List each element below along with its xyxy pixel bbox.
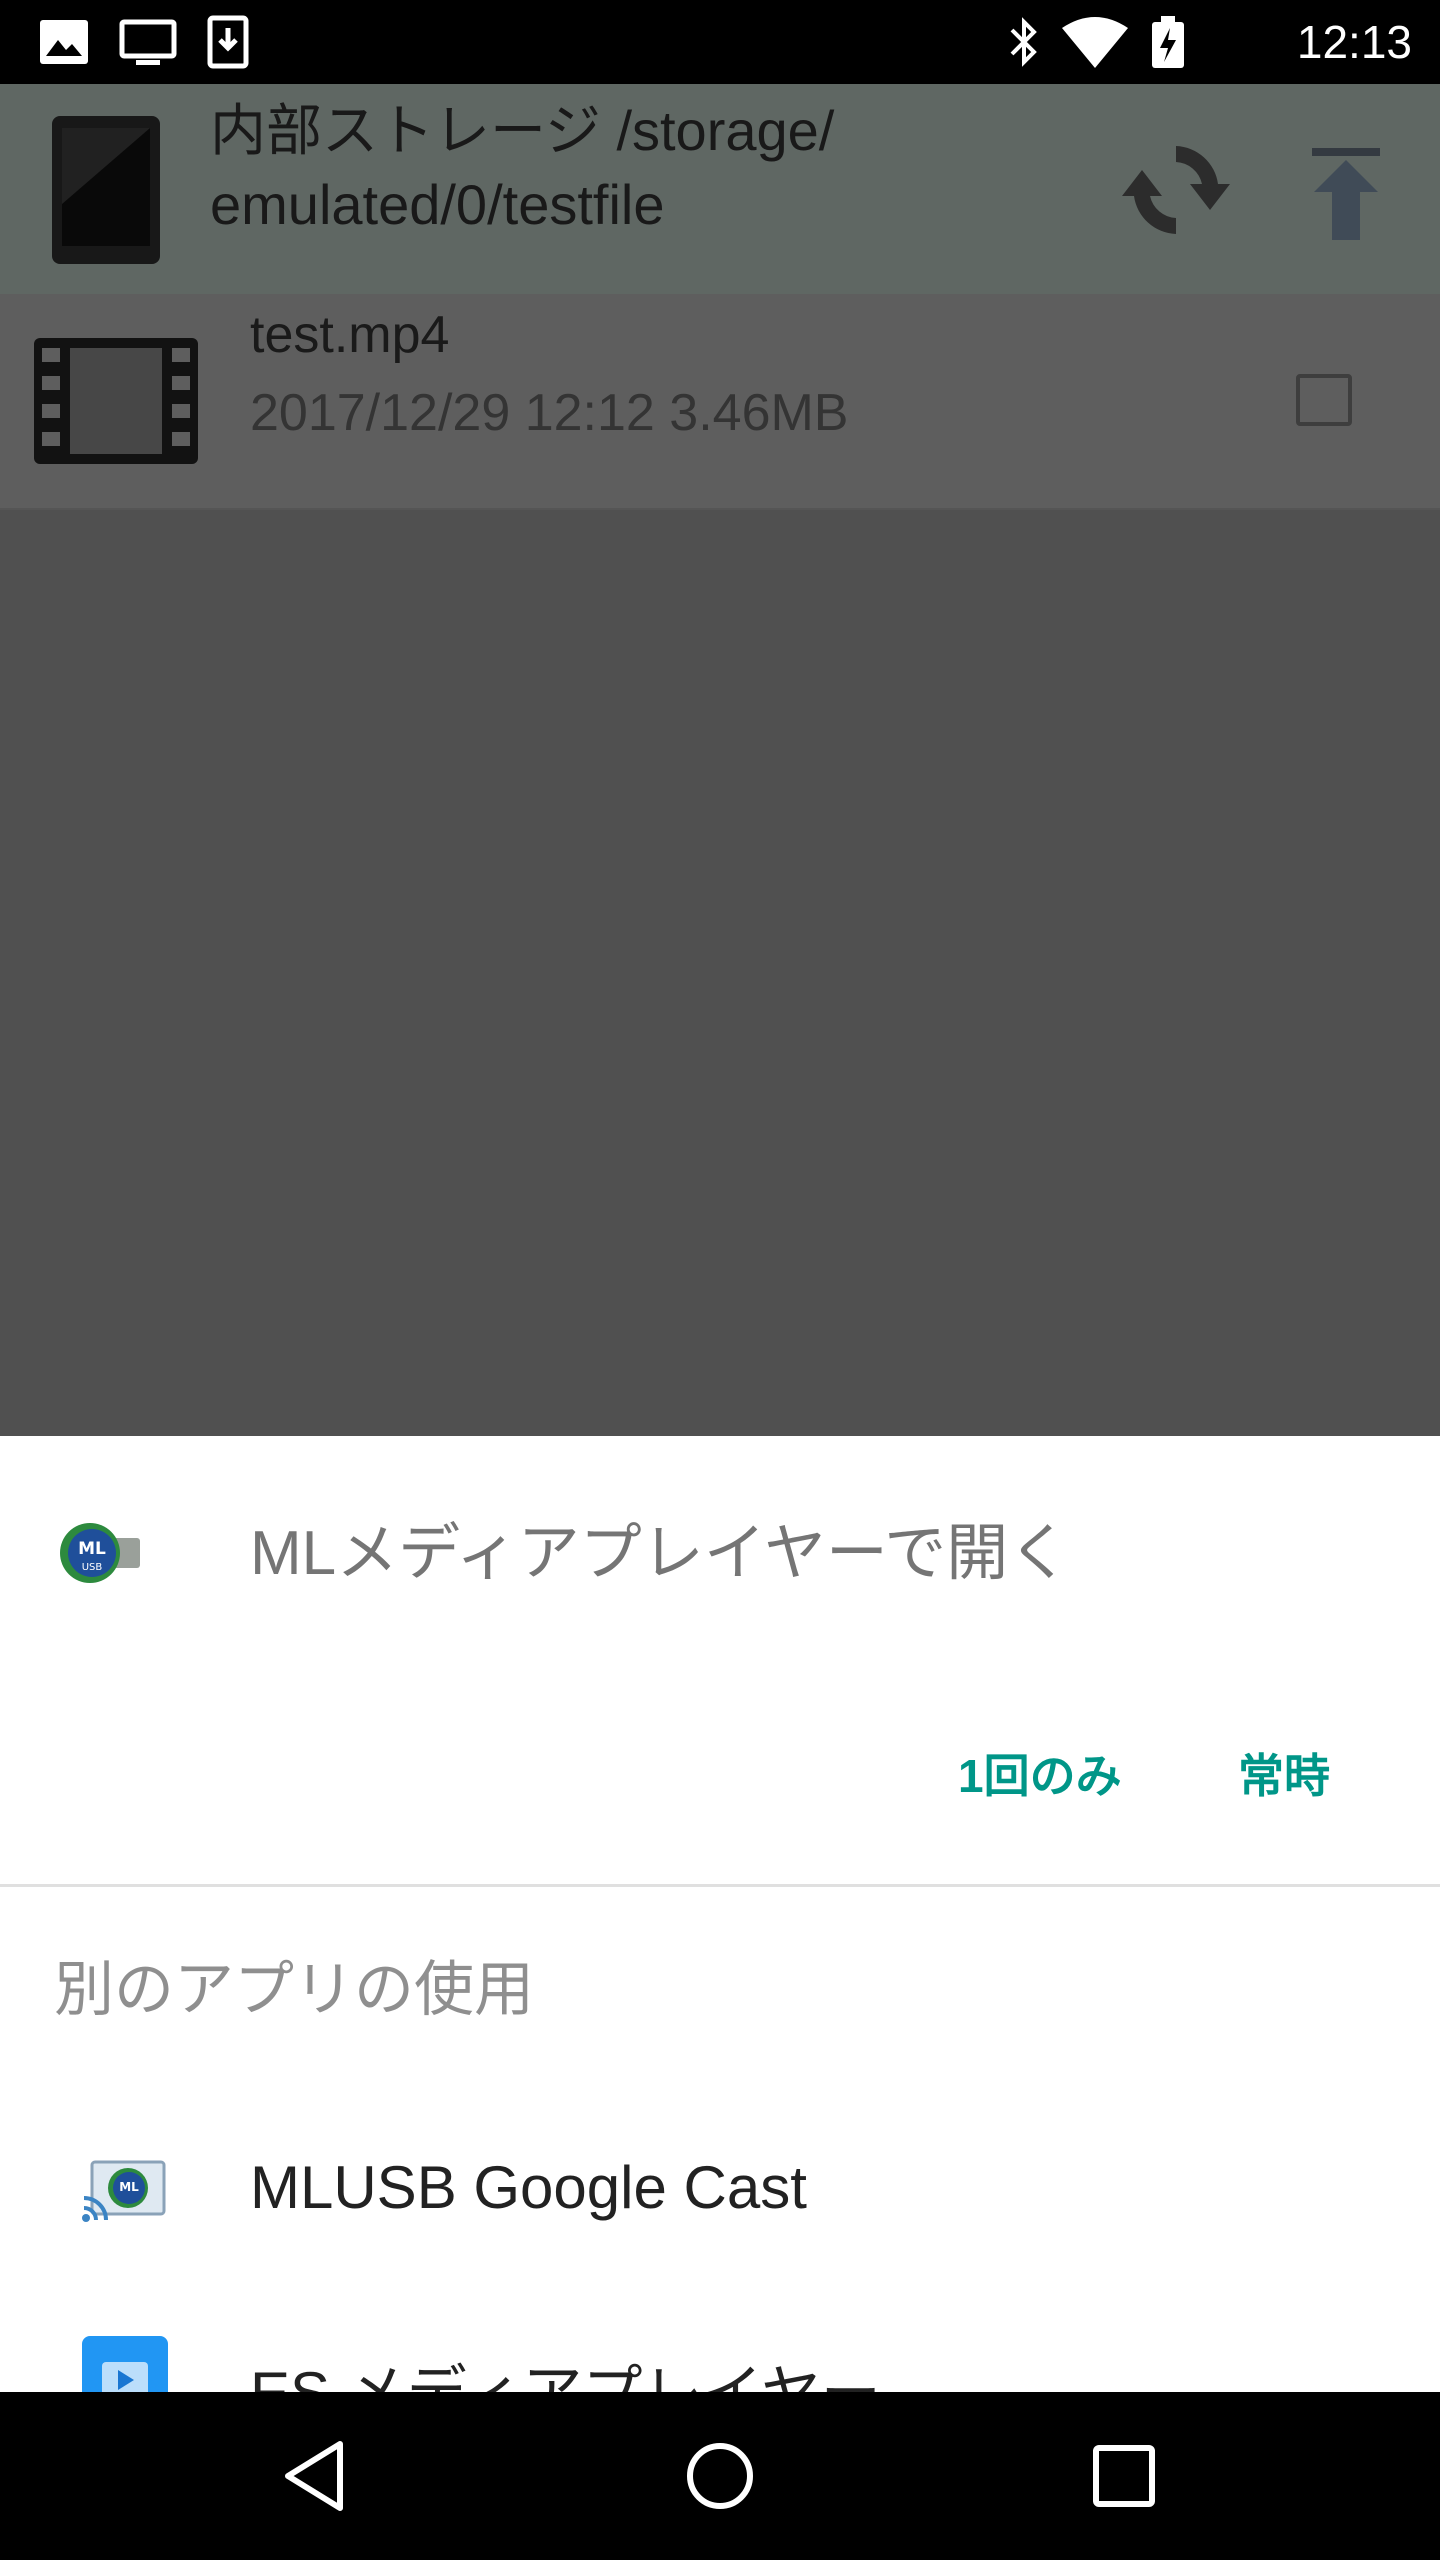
battery-charging-icon xyxy=(1152,16,1184,68)
ml-media-player-icon: ML USB xyxy=(60,1523,140,1583)
app-chooser-sheet: ML USB MLメディアプレイヤーで開く 1回のみ 常時 別のアプリの使用 M… xyxy=(0,1436,1440,2392)
wifi-icon xyxy=(1062,17,1128,68)
cast-screen-icon xyxy=(119,19,177,65)
svg-text:ML: ML xyxy=(119,2180,139,2194)
svg-text:ML: ML xyxy=(78,1539,106,1559)
divider xyxy=(0,1884,1440,1887)
back-icon[interactable] xyxy=(274,2434,358,2518)
default-app-title: MLメディアプレイヤーで開く xyxy=(250,1519,1071,1588)
just-once-button[interactable]: 1回のみ xyxy=(958,1736,1122,1816)
svg-text:USB: USB xyxy=(82,1562,103,1573)
es-player-icon xyxy=(82,2336,168,2392)
mlusb-cast-icon: ML xyxy=(82,2160,166,2222)
default-app-row: ML USB MLメディアプレイヤーで開く xyxy=(0,1436,1440,1680)
other-apps-label: 別のアプリの使用 xyxy=(54,1956,534,2023)
always-button[interactable]: 常時 xyxy=(1238,1736,1330,1816)
clock: 12:13 xyxy=(1296,16,1412,68)
list-item[interactable]: ES メディアプレイヤー xyxy=(0,2304,1440,2392)
home-icon[interactable] xyxy=(678,2434,762,2518)
image-icon xyxy=(40,20,88,64)
list-item[interactable]: ML MLUSB Google Cast xyxy=(0,2098,1440,2278)
status-bar: 12:13 xyxy=(0,0,1440,84)
app-label: MLUSB Google Cast xyxy=(250,2154,807,2221)
download-icon xyxy=(207,15,249,69)
bluetooth-icon xyxy=(1010,17,1037,67)
dialog-scrim[interactable] xyxy=(0,84,1440,1436)
app-label: ES メディアプレイヤー xyxy=(250,2344,881,2392)
navigation-bar xyxy=(0,2392,1440,2560)
recent-apps-icon[interactable] xyxy=(1082,2434,1166,2518)
